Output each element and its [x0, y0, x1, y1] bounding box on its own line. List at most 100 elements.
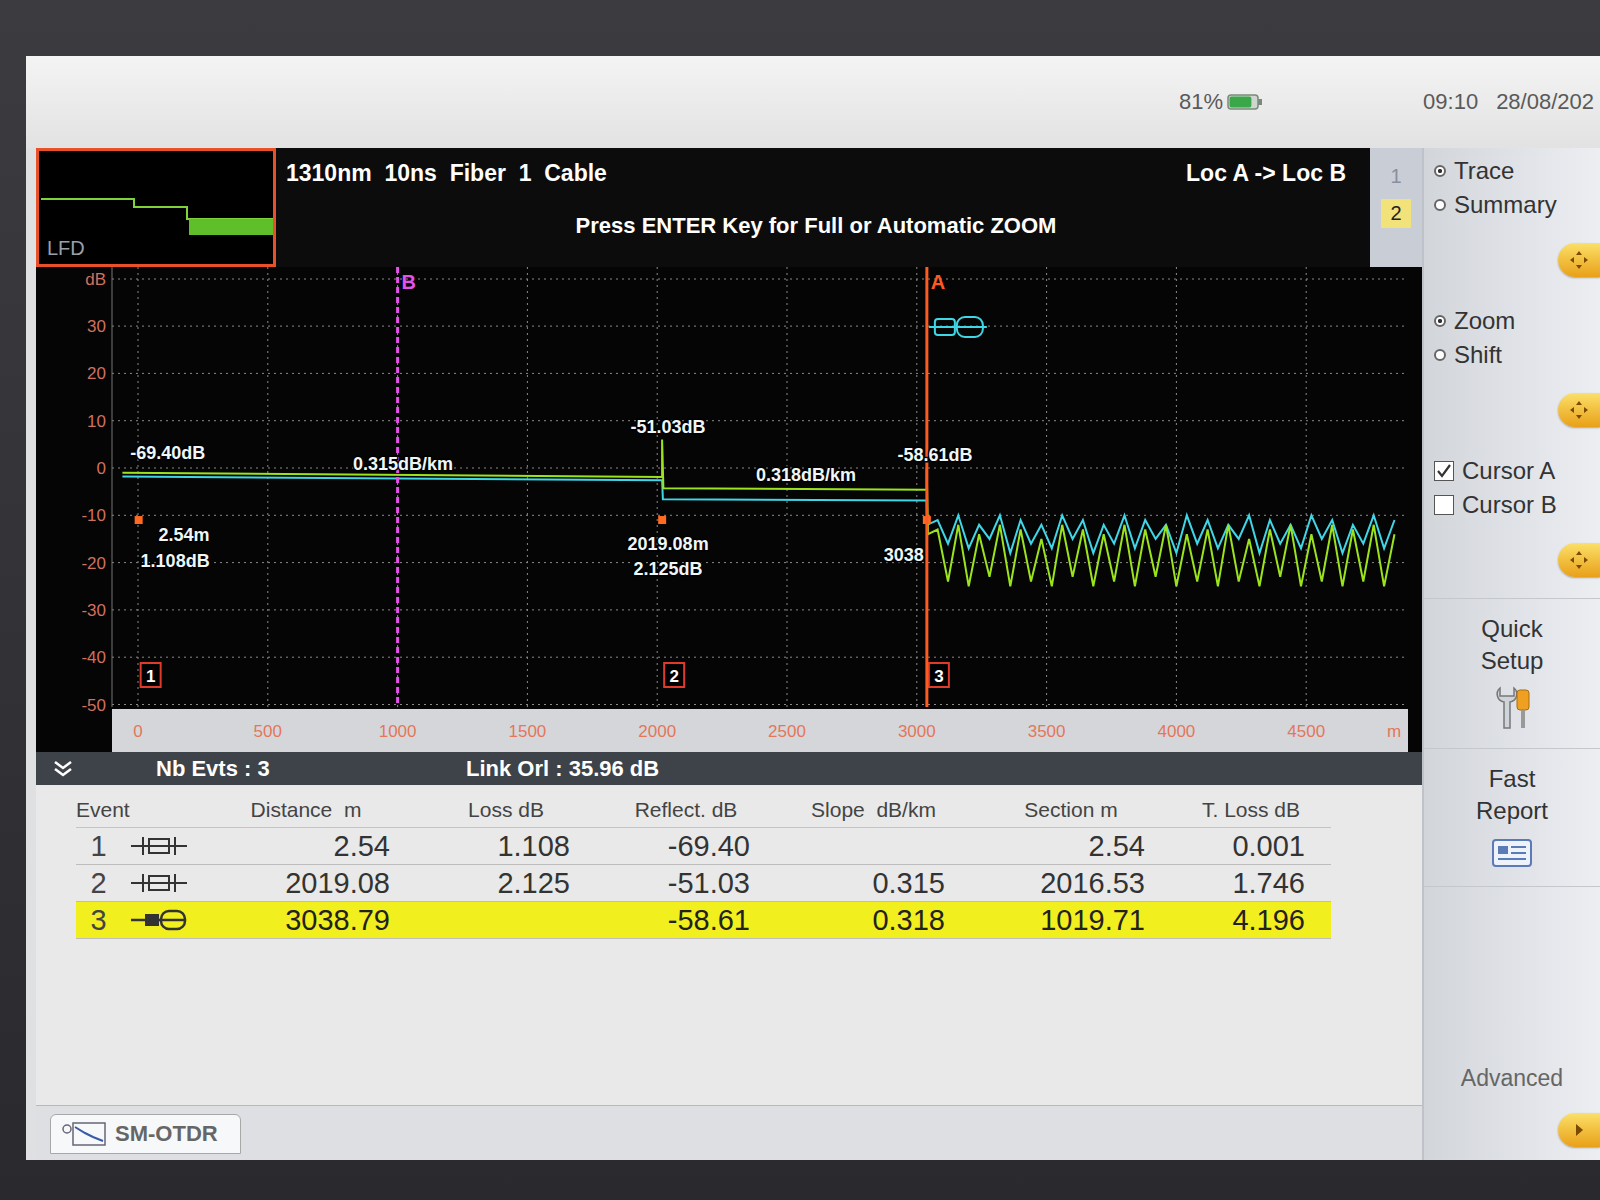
column-header: Distance m [196, 798, 416, 822]
value-cell: 1.108 [416, 830, 596, 863]
table-row[interactable]: 1 2.541.108-69.402.540.001 [76, 828, 1331, 865]
event-count: Nb Evts : 3 [156, 756, 466, 782]
y-tick: 0 [97, 459, 106, 478]
cursor-checkbox[interactable]: Cursor A [1434, 454, 1600, 488]
module-tab-label: SM-OTDR [115, 1121, 218, 1147]
grid-line [112, 515, 1408, 516]
mode-radio[interactable]: Zoom [1434, 304, 1600, 338]
value-cell: 3038.79 [196, 904, 416, 937]
grid-line [138, 267, 139, 707]
connector-icon [129, 833, 189, 859]
acquisition-title: 1310nm 10ns Fiber 1 Cable [286, 160, 607, 187]
value-cell: -58.61 [596, 904, 776, 937]
value-cell: 1019.71 [971, 904, 1171, 937]
table-row[interactable]: 2 2019.082.125-51.030.3152016.531.746 [76, 865, 1331, 902]
otdr-chart[interactable]: 3020100-10-20-30-40-50dB0500100015002000… [36, 267, 1422, 752]
table-row[interactable]: 3 3038.79 -58.610.3181019.714.196 [76, 902, 1331, 939]
event-number-box[interactable] [929, 663, 949, 687]
event-number-box[interactable] [141, 663, 161, 687]
cursor-label: A [931, 271, 945, 293]
trace-annotation: 3038 [884, 545, 924, 565]
arrows-icon [1568, 549, 1590, 571]
y-tick: -30 [81, 601, 106, 620]
grid-line [112, 373, 1408, 374]
column-header: Event [76, 798, 196, 822]
grid-line [1306, 267, 1307, 707]
radio-icon [1434, 199, 1446, 211]
otdr-trace-plot[interactable]: 3020100-10-20-30-40-50dB0500100015002000… [36, 267, 1422, 752]
side-knob[interactable] [1558, 543, 1600, 577]
side-action-button[interactable]: Quick Setup [1424, 598, 1600, 748]
page-tab[interactable]: 1 [1381, 162, 1411, 191]
side-knob[interactable] [1558, 243, 1600, 277]
table-header: EventDistance mLoss dBReflect. dBSlope d… [76, 793, 1331, 828]
value-cell: 2.54 [196, 830, 416, 863]
module-tab[interactable]: SM-OTDR [50, 1114, 241, 1154]
clock-time: 09:10 [1423, 89, 1478, 115]
event-number: 3 [934, 667, 943, 686]
cursor-event-icon [929, 317, 987, 337]
link-direction: Loc A -> Loc B [1186, 160, 1346, 187]
event-type-cell [121, 870, 196, 896]
screen: 81% 09:10 28/08/202 LFD 1310nm 10ns Fibe… [26, 56, 1600, 1160]
value-cell: 0.318 [776, 904, 971, 937]
x-tick: 1000 [379, 722, 417, 741]
event-number-box[interactable] [664, 663, 684, 687]
x-unit: m [1387, 722, 1401, 741]
x-tick: 2000 [638, 722, 676, 741]
grid-line [1176, 267, 1177, 707]
side-action-button[interactable]: Fast Report [1424, 748, 1600, 886]
battery-percent: 81% [1179, 89, 1223, 115]
x-tick: 3500 [1028, 722, 1066, 741]
x-tick: 1500 [508, 722, 546, 741]
value-cell: 1.746 [1171, 867, 1331, 900]
cursor-options: Cursor A Cursor B [1424, 448, 1600, 522]
clock-date: 28/08/202 [1496, 89, 1594, 115]
event-cell: 3 [76, 904, 121, 937]
side-knob[interactable] [1558, 393, 1600, 427]
y-unit: dB [85, 270, 106, 289]
x-tick: 2500 [768, 722, 806, 741]
y-tick: 30 [87, 317, 106, 336]
value-cell: -51.03 [596, 867, 776, 900]
value-cell: 4.196 [1171, 904, 1331, 937]
y-tick: -20 [81, 554, 106, 573]
column-header: Section m [971, 798, 1171, 822]
trace-header: LFD 1310nm 10ns Fiber 1 Cable Loc A -> L… [36, 148, 1422, 267]
column-header: Loss dB [416, 798, 596, 822]
arrow-right-icon [1568, 1119, 1590, 1141]
collapse-button[interactable] [36, 759, 156, 779]
page-tabs: 12 [1370, 148, 1422, 267]
otdr-device: 81% 09:10 28/08/202 LFD 1310nm 10ns Fibe… [0, 0, 1600, 1200]
side-knob[interactable] [1558, 1113, 1600, 1147]
arrows-icon [1568, 399, 1590, 421]
value-cell: 0.001 [1171, 830, 1331, 863]
overview-thumbnail[interactable]: LFD [36, 148, 276, 267]
view-radio[interactable]: Summary [1434, 188, 1600, 222]
y-tick: -40 [81, 648, 106, 667]
event-cell: 2 [76, 867, 121, 900]
event-cell: 1 [76, 830, 121, 863]
radio-icon [1434, 349, 1446, 361]
link-orl: Link Orl : 35.96 dB [466, 756, 659, 782]
mode-radio[interactable]: Shift [1434, 338, 1600, 372]
event-marker [135, 516, 143, 524]
grid-line [112, 326, 1408, 327]
view-radio[interactable]: Trace [1434, 154, 1600, 188]
cursor-line[interactable] [925, 267, 928, 707]
trace-annotation: 1.108dB [141, 551, 210, 571]
trace-annotation: 2019.08m [628, 534, 709, 554]
y-tick: 20 [87, 364, 106, 383]
cursor-checkbox[interactable]: Cursor B [1434, 488, 1600, 522]
double-chevron-icon [52, 759, 74, 779]
column-header: Slope dB/km [776, 798, 971, 822]
radio-icon [1434, 315, 1446, 327]
side-panel: Trace Summary Zoom Shift Cursor A Cursor… [1422, 148, 1600, 1160]
page-tab[interactable]: 2 [1381, 199, 1411, 228]
grid-line [112, 657, 1408, 658]
advanced-button[interactable]: Advanced [1424, 1057, 1600, 1100]
cursor-line[interactable] [396, 267, 399, 707]
grid-line [112, 704, 1408, 705]
value-cell: 2019.08 [196, 867, 416, 900]
checkbox-icon [1434, 495, 1454, 515]
